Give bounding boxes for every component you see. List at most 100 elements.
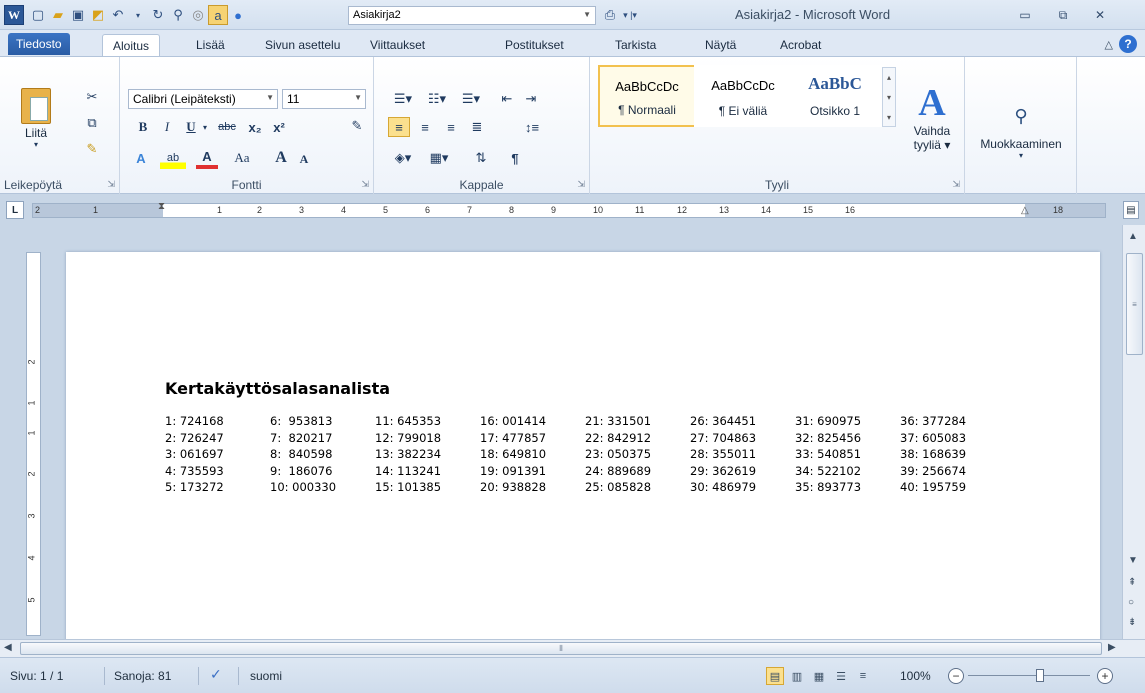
tab-home[interactable]: Aloitus (102, 34, 161, 56)
italic-button[interactable]: I (158, 117, 176, 137)
shrink-font-button[interactable]: A (294, 149, 314, 169)
outline-view-icon[interactable]: ☰ (832, 667, 850, 685)
password-entry[interactable]: 31: 690975 (795, 414, 900, 431)
underline-button[interactable]: U (182, 117, 200, 137)
align-center-icon[interactable]: ≡ (414, 117, 436, 137)
save-icon[interactable]: ▣ (68, 5, 88, 25)
password-entry[interactable]: 27: 704863 (690, 431, 795, 448)
dialog-launcher-icon[interactable]: ⇲ (107, 179, 115, 190)
bold-button[interactable]: B (134, 117, 152, 137)
password-entry[interactable]: 37: 605083 (900, 431, 1005, 448)
password-entry[interactable]: 21: 331501 (585, 414, 690, 431)
style-heading-1[interactable]: AaBbC Otsikko 1 (786, 65, 884, 127)
horizontal-ruler[interactable]: 2 1 1 2 3 4 5 6 7 8 9 10 11 12 13 14 15 … (32, 201, 1106, 218)
tab-insert[interactable]: Lisää (186, 34, 235, 56)
align-left-icon[interactable]: ≡ (388, 117, 410, 137)
password-entry[interactable]: 29: 362619 (690, 464, 795, 481)
zoom-slider-track[interactable] (968, 675, 1090, 676)
left-indent-marker[interactable]: ⧗ (158, 201, 165, 212)
password-entry[interactable]: 26: 364451 (690, 414, 795, 431)
dialog-launcher-icon[interactable]: ⇲ (952, 179, 960, 190)
password-entry[interactable]: 7: 820217 (270, 431, 375, 448)
change-case-button[interactable]: Aa (228, 147, 256, 169)
editing-button[interactable]: ⚲ Muokkaaminen ▾ (969, 93, 1073, 173)
password-entry[interactable]: 39: 256674 (900, 464, 1005, 481)
customize-qat-icon[interactable]: ▾ |▾ (620, 5, 640, 25)
highlight-icon[interactable]: ab (160, 147, 186, 169)
password-entry[interactable]: 32: 825456 (795, 431, 900, 448)
styles-scroll[interactable]: ▴ ▾ ▾ (882, 67, 896, 127)
subscript-button[interactable]: x₂ (244, 117, 266, 137)
right-indent-marker[interactable]: △ (1021, 205, 1029, 216)
password-entry[interactable]: 10: 000330 (270, 480, 375, 497)
password-entry[interactable]: 18: 649810 (480, 447, 585, 464)
page-count[interactable]: Sivu: 1 / 1 (10, 669, 63, 683)
proofing-icon[interactable]: ✓ (210, 666, 222, 683)
password-entry[interactable]: 35: 893773 (795, 480, 900, 497)
tab-references[interactable]: Viittaukset (360, 34, 435, 56)
multilevel-list-icon[interactable]: ☰▾ (456, 89, 486, 109)
password-entry[interactable]: 9: 186076 (270, 464, 375, 481)
bullets-icon[interactable]: ☰▾ (388, 89, 418, 109)
zoom-level[interactable]: 100% (900, 669, 931, 683)
borders-icon[interactable]: ▦▾ (424, 147, 454, 169)
password-entry[interactable]: 15: 101385 (375, 480, 480, 497)
font-color-icon[interactable]: A (196, 147, 218, 169)
full-screen-reading-icon[interactable]: ▥ (788, 667, 806, 685)
chevron-down-icon[interactable]: ▾ (200, 117, 210, 137)
password-entry[interactable]: 34: 522102 (795, 464, 900, 481)
close-icon[interactable]: ✕ (1085, 4, 1115, 26)
dialog-launcher-icon[interactable]: ⇲ (361, 179, 369, 190)
password-entry[interactable]: 5: 173272 (165, 480, 270, 497)
word-count[interactable]: Sanoja: 81 (114, 669, 171, 683)
document-heading[interactable]: Kertakäyttösalasanalista (165, 379, 390, 398)
minimize-ribbon-icon[interactable]: △ (1105, 38, 1113, 51)
password-entry[interactable]: 1: 724168 (165, 414, 270, 431)
scroll-down-icon[interactable]: ▼ (1128, 555, 1138, 566)
info-icon[interactable]: ● (228, 5, 248, 25)
password-entry[interactable]: 20: 938828 (480, 480, 585, 497)
browse-object-icon[interactable]: ○ (1128, 597, 1134, 608)
password-entry[interactable]: 38: 168639 (900, 447, 1005, 464)
restore-icon[interactable]: ⧉ (1048, 4, 1078, 26)
password-entry[interactable]: 28: 355011 (690, 447, 795, 464)
style-no-spacing[interactable]: AaBbCcDc ¶ Ei väliä (694, 65, 792, 127)
zoom-out-button[interactable]: − (948, 668, 964, 684)
tab-review[interactable]: Tarkista (605, 34, 666, 56)
password-entry[interactable]: 23: 050375 (585, 447, 690, 464)
vertical-ruler[interactable]: 2 1 1 2 3 4 5 (26, 252, 41, 636)
document-page[interactable]: Kertakäyttösalasanalista 1: 724168 2: 72… (66, 252, 1100, 652)
tab-file[interactable]: Tiedosto (8, 33, 70, 55)
password-entry[interactable]: 11: 645353 (375, 414, 480, 431)
previous-page-icon[interactable]: ⇞ (1128, 577, 1136, 588)
record-icon[interactable]: ◎ (188, 5, 208, 25)
copy-icon[interactable]: ⧉ (82, 113, 102, 133)
tab-view[interactable]: Näytä (695, 34, 746, 56)
format-icon[interactable]: a (208, 5, 228, 25)
clear-formatting-icon[interactable]: ✎ (346, 115, 368, 137)
password-entry[interactable]: 3: 061697 (165, 447, 270, 464)
password-entry[interactable]: 6: 953813 (270, 414, 375, 431)
tab-mailings[interactable]: Postitukset (495, 34, 574, 56)
scroll-up-icon[interactable]: ▲ (1128, 231, 1138, 242)
next-page-icon[interactable]: ⇟ (1128, 617, 1136, 628)
tab-selector-button[interactable]: L (6, 201, 24, 219)
zoom-slider-thumb[interactable] (1036, 669, 1044, 682)
open-icon[interactable]: ◩ (88, 5, 108, 25)
password-entry[interactable]: 12: 799018 (375, 431, 480, 448)
numbering-icon[interactable]: ☷▾ (422, 89, 452, 109)
help-icon[interactable]: ? (1119, 35, 1137, 53)
zoom-in-button[interactable]: + (1097, 668, 1113, 684)
paste-button[interactable]: Liitä ▾ (12, 83, 60, 153)
scroll-left-icon[interactable]: ◀ (4, 642, 12, 653)
view-ruler-icon[interactable]: ▤ (1123, 201, 1139, 219)
decrease-indent-icon[interactable]: ⇤ (496, 89, 518, 109)
horizontal-scrollbar[interactable]: ◀ ⦀ ▶ (0, 639, 1145, 657)
sort-icon[interactable]: ⇅ (470, 147, 492, 169)
style-normal[interactable]: AaBbCcDc ¶ Normaali (598, 65, 696, 127)
minimize-icon[interactable]: ▭ (1010, 4, 1040, 26)
web-layout-icon[interactable]: ▦ (810, 667, 828, 685)
strikethrough-button[interactable]: abc (214, 117, 240, 137)
horizontal-scroll-thumb[interactable]: ⦀ (20, 642, 1102, 655)
dialog-launcher-icon[interactable]: ⇲ (577, 179, 585, 190)
